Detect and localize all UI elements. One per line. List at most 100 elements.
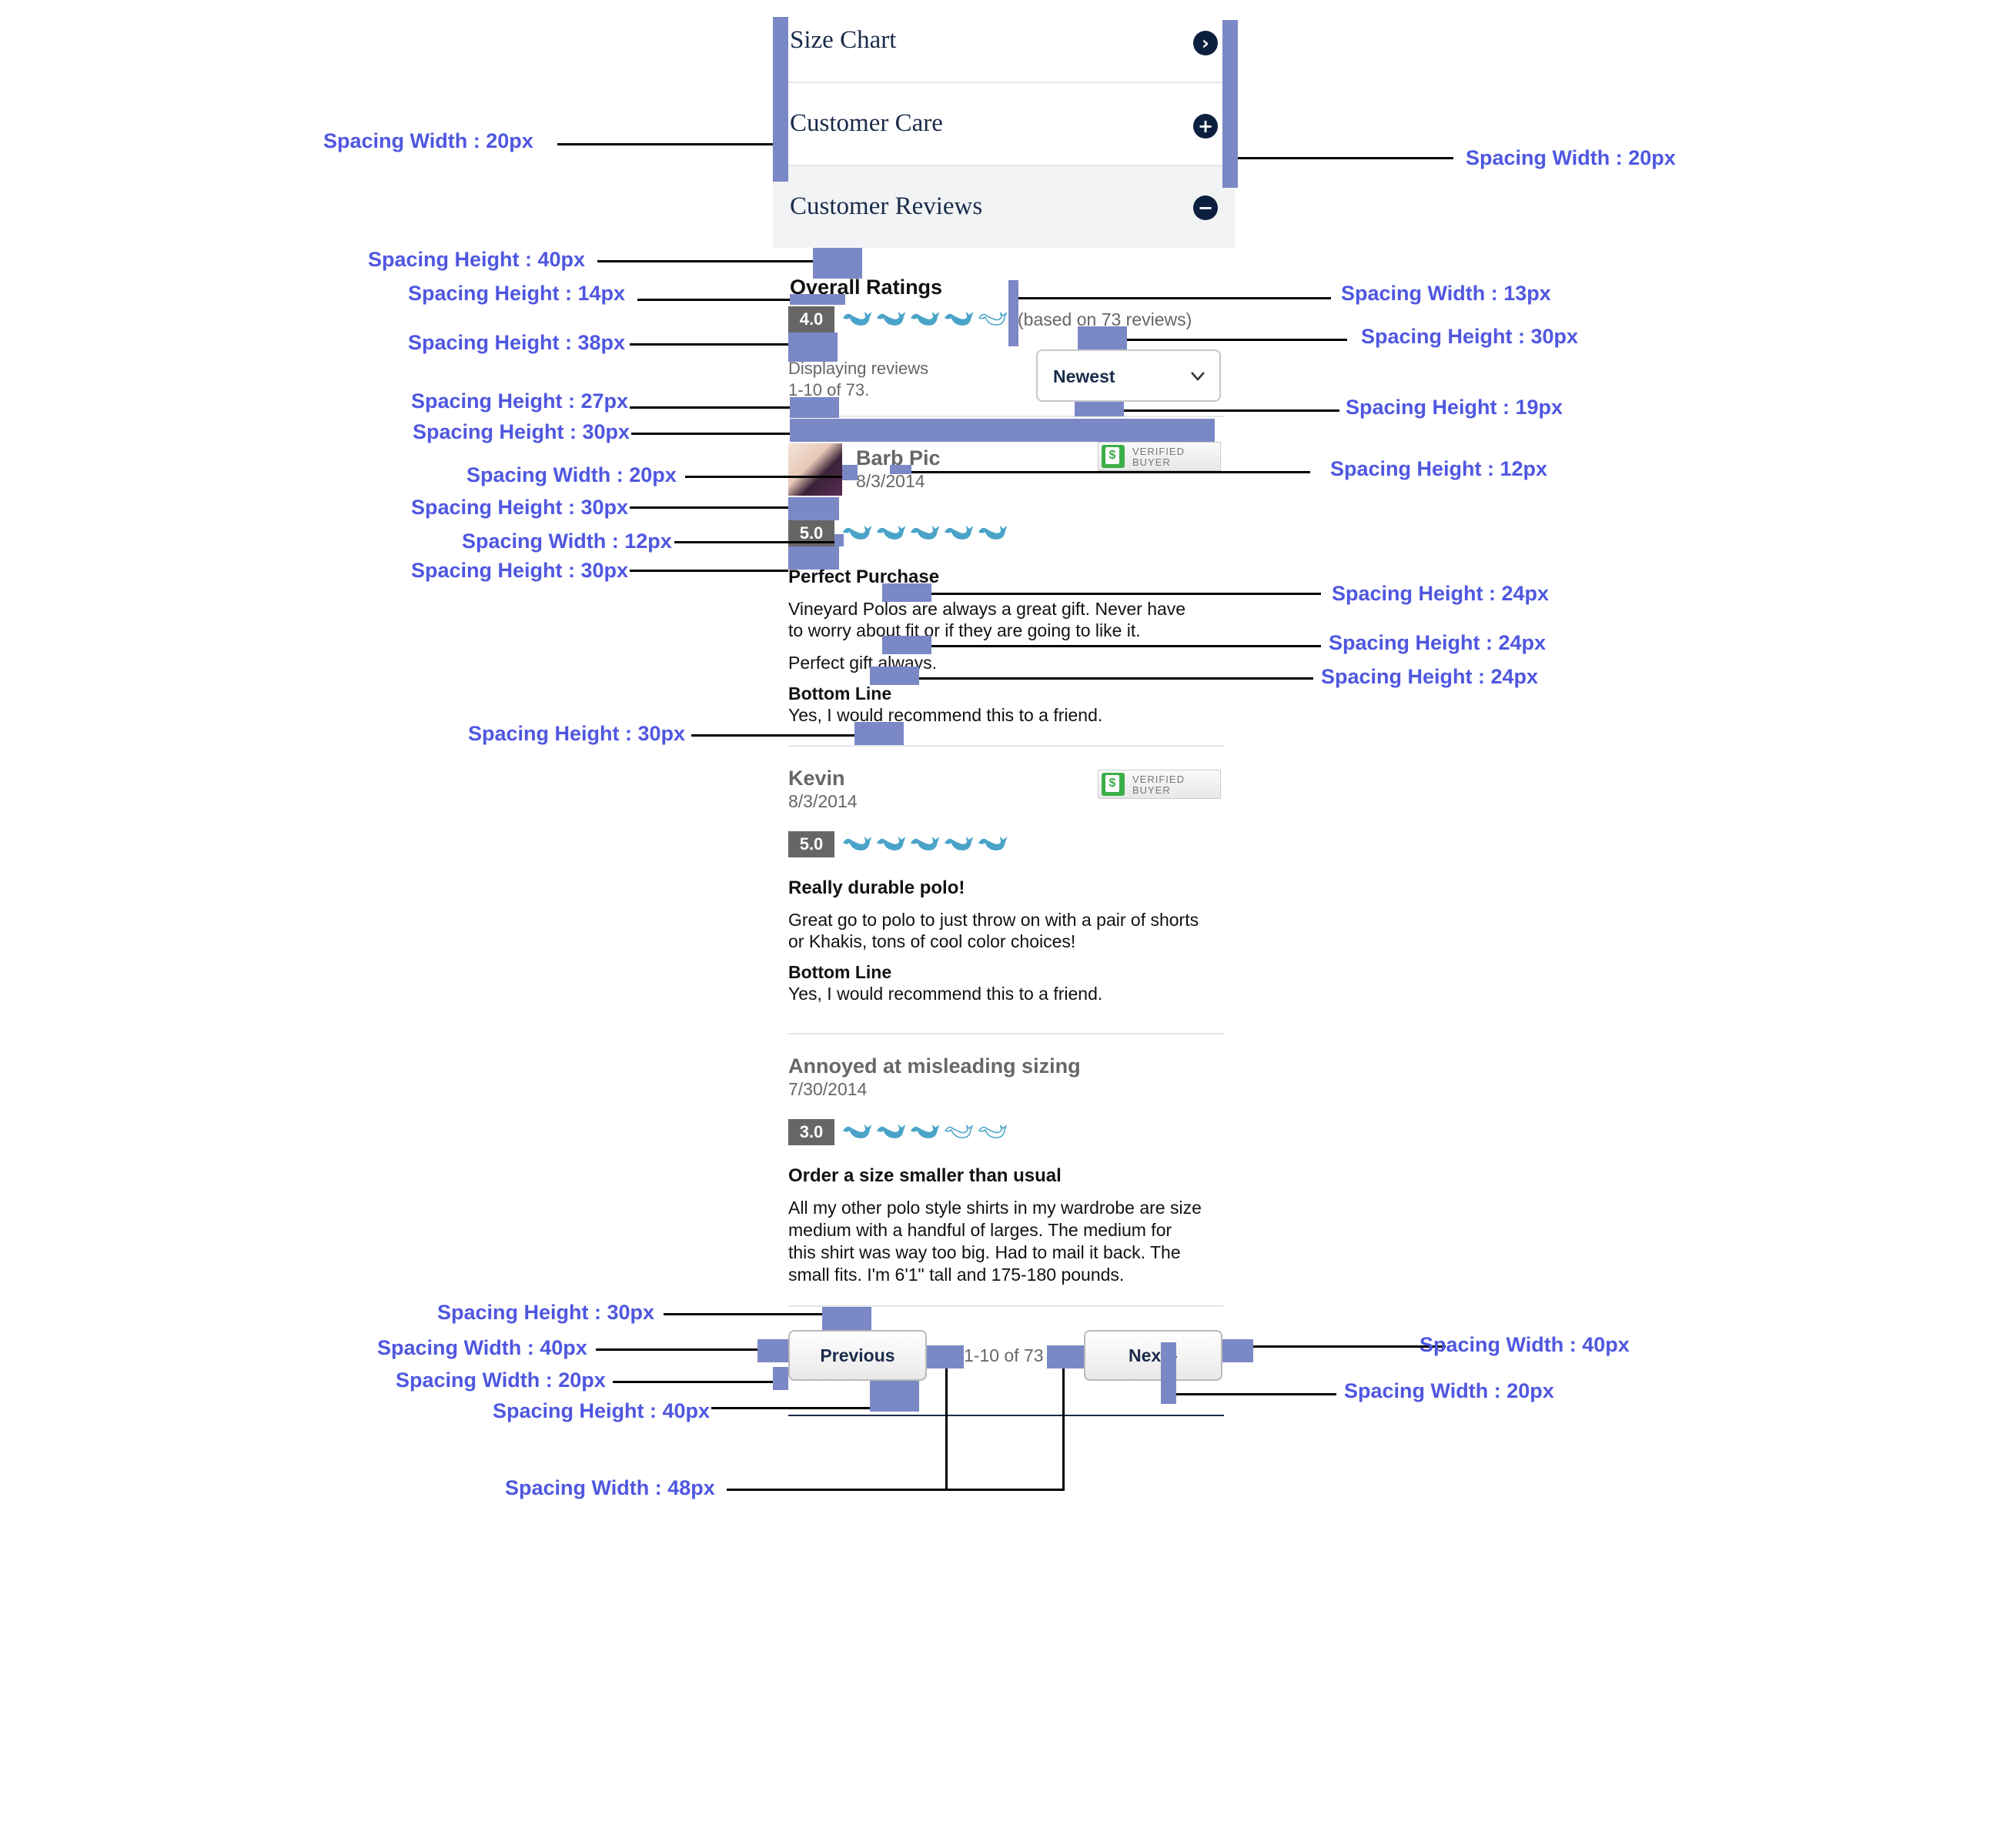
review-1-bottom-line-label: Bottom Line bbox=[788, 683, 892, 703]
spacing-marker bbox=[927, 1345, 964, 1368]
whale-icon bbox=[910, 1124, 939, 1138]
annotation-label: Spacing Height : 27px bbox=[411, 389, 629, 413]
annotation-label: Spacing Width : 20px bbox=[1466, 146, 1676, 169]
whale-icon bbox=[842, 1124, 871, 1138]
customer-care-label: Customer Care bbox=[790, 109, 943, 137]
leader-line bbox=[911, 471, 1310, 473]
spacing-marker bbox=[773, 17, 788, 182]
spacing-marker bbox=[790, 294, 845, 305]
whale-icon bbox=[944, 525, 973, 540]
spacing-marker bbox=[1008, 280, 1018, 346]
spacing-marker bbox=[790, 419, 1215, 442]
verified-buyer-badge: $ VERIFIED BUYER bbox=[1098, 442, 1221, 471]
review-1-bottom-line: Yes, I would recommend this to a friend. bbox=[788, 705, 1103, 725]
leader-line bbox=[631, 433, 790, 435]
annotation-label: Spacing Width : 48px bbox=[505, 1476, 715, 1499]
spacing-marker bbox=[788, 333, 838, 362]
review-2-title: Really durable polo! bbox=[788, 877, 965, 898]
spacing-marker bbox=[1047, 1345, 1084, 1368]
plus-icon[interactable]: + bbox=[1193, 114, 1218, 139]
verified-buyer-badge: $ VERIFIED BUYER bbox=[1098, 770, 1221, 799]
leader-line bbox=[1127, 339, 1347, 341]
review-2-bottom-line-label: Bottom Line bbox=[788, 962, 892, 982]
annotation-label: Spacing Width : 13px bbox=[1341, 282, 1551, 305]
annotation-label: Spacing Height : 24px bbox=[1321, 665, 1539, 688]
annotation-label: Spacing Height : 30px bbox=[437, 1301, 655, 1324]
sort-selected-label: Newest bbox=[1053, 366, 1115, 386]
previous-button[interactable]: Previous bbox=[788, 1330, 927, 1381]
spacing-marker bbox=[882, 636, 931, 654]
annotation-label: Spacing Height : 19px bbox=[1346, 396, 1563, 419]
review-1-whale-rating bbox=[842, 524, 1007, 544]
next-button[interactable]: Next › bbox=[1084, 1330, 1222, 1381]
spacing-marker bbox=[1078, 326, 1127, 349]
spacing-marker bbox=[890, 465, 911, 474]
leader-line bbox=[931, 645, 1321, 647]
annotation-label: Spacing Height : 30px bbox=[413, 420, 630, 443]
spacing-marker bbox=[870, 1381, 919, 1412]
annotation-label: Spacing Width : 20px bbox=[1344, 1379, 1554, 1402]
verified-line2: BUYER bbox=[1132, 456, 1171, 468]
chevron-down-icon bbox=[1191, 372, 1205, 381]
review-2-whale-rating bbox=[842, 835, 1007, 855]
verified-line1: VERIFIED bbox=[1132, 774, 1185, 785]
sort-dropdown[interactable]: Newest bbox=[1036, 349, 1221, 402]
spacing-marker bbox=[842, 465, 858, 480]
accordion-customer-care[interactable]: Customer Care + bbox=[773, 83, 1235, 166]
spacing-marker bbox=[1161, 1342, 1176, 1404]
review-3-name: Annoyed at misleading sizing bbox=[788, 1054, 1081, 1078]
whale-icon bbox=[842, 836, 871, 850]
divider-review-1 bbox=[788, 745, 1224, 747]
leader-line bbox=[931, 593, 1321, 595]
chevron-right-icon[interactable]: › bbox=[1193, 31, 1218, 55]
leader-line bbox=[691, 734, 854, 737]
review-3-title: Order a size smaller than usual bbox=[788, 1165, 1062, 1186]
spacing-marker bbox=[882, 583, 931, 602]
spacing-marker bbox=[773, 1367, 788, 1390]
annotation-label: Spacing Height : 24px bbox=[1329, 631, 1547, 654]
verified-line2: BUYER bbox=[1132, 784, 1171, 796]
size-chart-label: Size Chart bbox=[790, 26, 897, 54]
review-2-body-line2: or Khakis, tons of cool color choices! bbox=[788, 931, 1076, 951]
review-1-date: 8/3/2014 bbox=[856, 471, 925, 491]
spacing-marker bbox=[870, 667, 919, 685]
whale-icon bbox=[910, 836, 939, 850]
dollar-icon: $ bbox=[1102, 773, 1125, 796]
whale-icon bbox=[978, 836, 1007, 850]
leader-line bbox=[674, 541, 834, 543]
annotation-label: Spacing Height : 40px bbox=[493, 1399, 711, 1422]
leader-line bbox=[557, 143, 773, 145]
review-3-score-badge: 3.0 bbox=[788, 1119, 834, 1145]
annotation-label: Spacing Width : 20px bbox=[323, 129, 533, 152]
annotation-label: Spacing Width : 20px bbox=[396, 1368, 606, 1392]
whale-icon bbox=[842, 311, 871, 326]
leader-line bbox=[596, 1348, 757, 1351]
accordion-customer-reviews[interactable]: Customer Reviews − bbox=[773, 166, 1235, 248]
whale-icon bbox=[978, 311, 1007, 326]
review-3-body-line4: small fits. I'm 6'1" tall and 175-180 po… bbox=[788, 1265, 1125, 1285]
leader-line bbox=[630, 406, 790, 409]
reviewer-avatar bbox=[788, 443, 842, 496]
leader-line bbox=[597, 260, 813, 262]
leader-line bbox=[637, 299, 790, 301]
spacing-marker bbox=[854, 722, 904, 745]
review-3-whale-rating bbox=[842, 1123, 1007, 1143]
review-2-body-line1: Great go to polo to just throw on with a… bbox=[788, 910, 1199, 930]
whale-icon bbox=[944, 1124, 973, 1138]
annotation-label: Spacing Width : 12px bbox=[462, 530, 672, 553]
dollar-icon: $ bbox=[1102, 445, 1125, 468]
divider-top bbox=[788, 416, 1224, 417]
spacing-marker bbox=[788, 497, 839, 520]
leader-line bbox=[630, 506, 788, 509]
spacing-marker bbox=[1075, 402, 1124, 416]
leader-line bbox=[945, 1368, 948, 1490]
leader-line bbox=[1238, 157, 1453, 159]
review-1-body-line2: to worry about fit or if they are going … bbox=[788, 620, 1141, 640]
annotation-label: Spacing Height : 24px bbox=[1332, 582, 1550, 605]
whale-icon bbox=[978, 525, 1007, 540]
accordion-size-chart[interactable]: Size Chart › bbox=[773, 0, 1235, 83]
annotation-label: Spacing Width : 40px bbox=[377, 1336, 587, 1359]
pagination-range: 1-10 of 73 bbox=[964, 1345, 1044, 1365]
whale-icon bbox=[876, 311, 905, 326]
minus-icon[interactable]: − bbox=[1193, 195, 1218, 220]
